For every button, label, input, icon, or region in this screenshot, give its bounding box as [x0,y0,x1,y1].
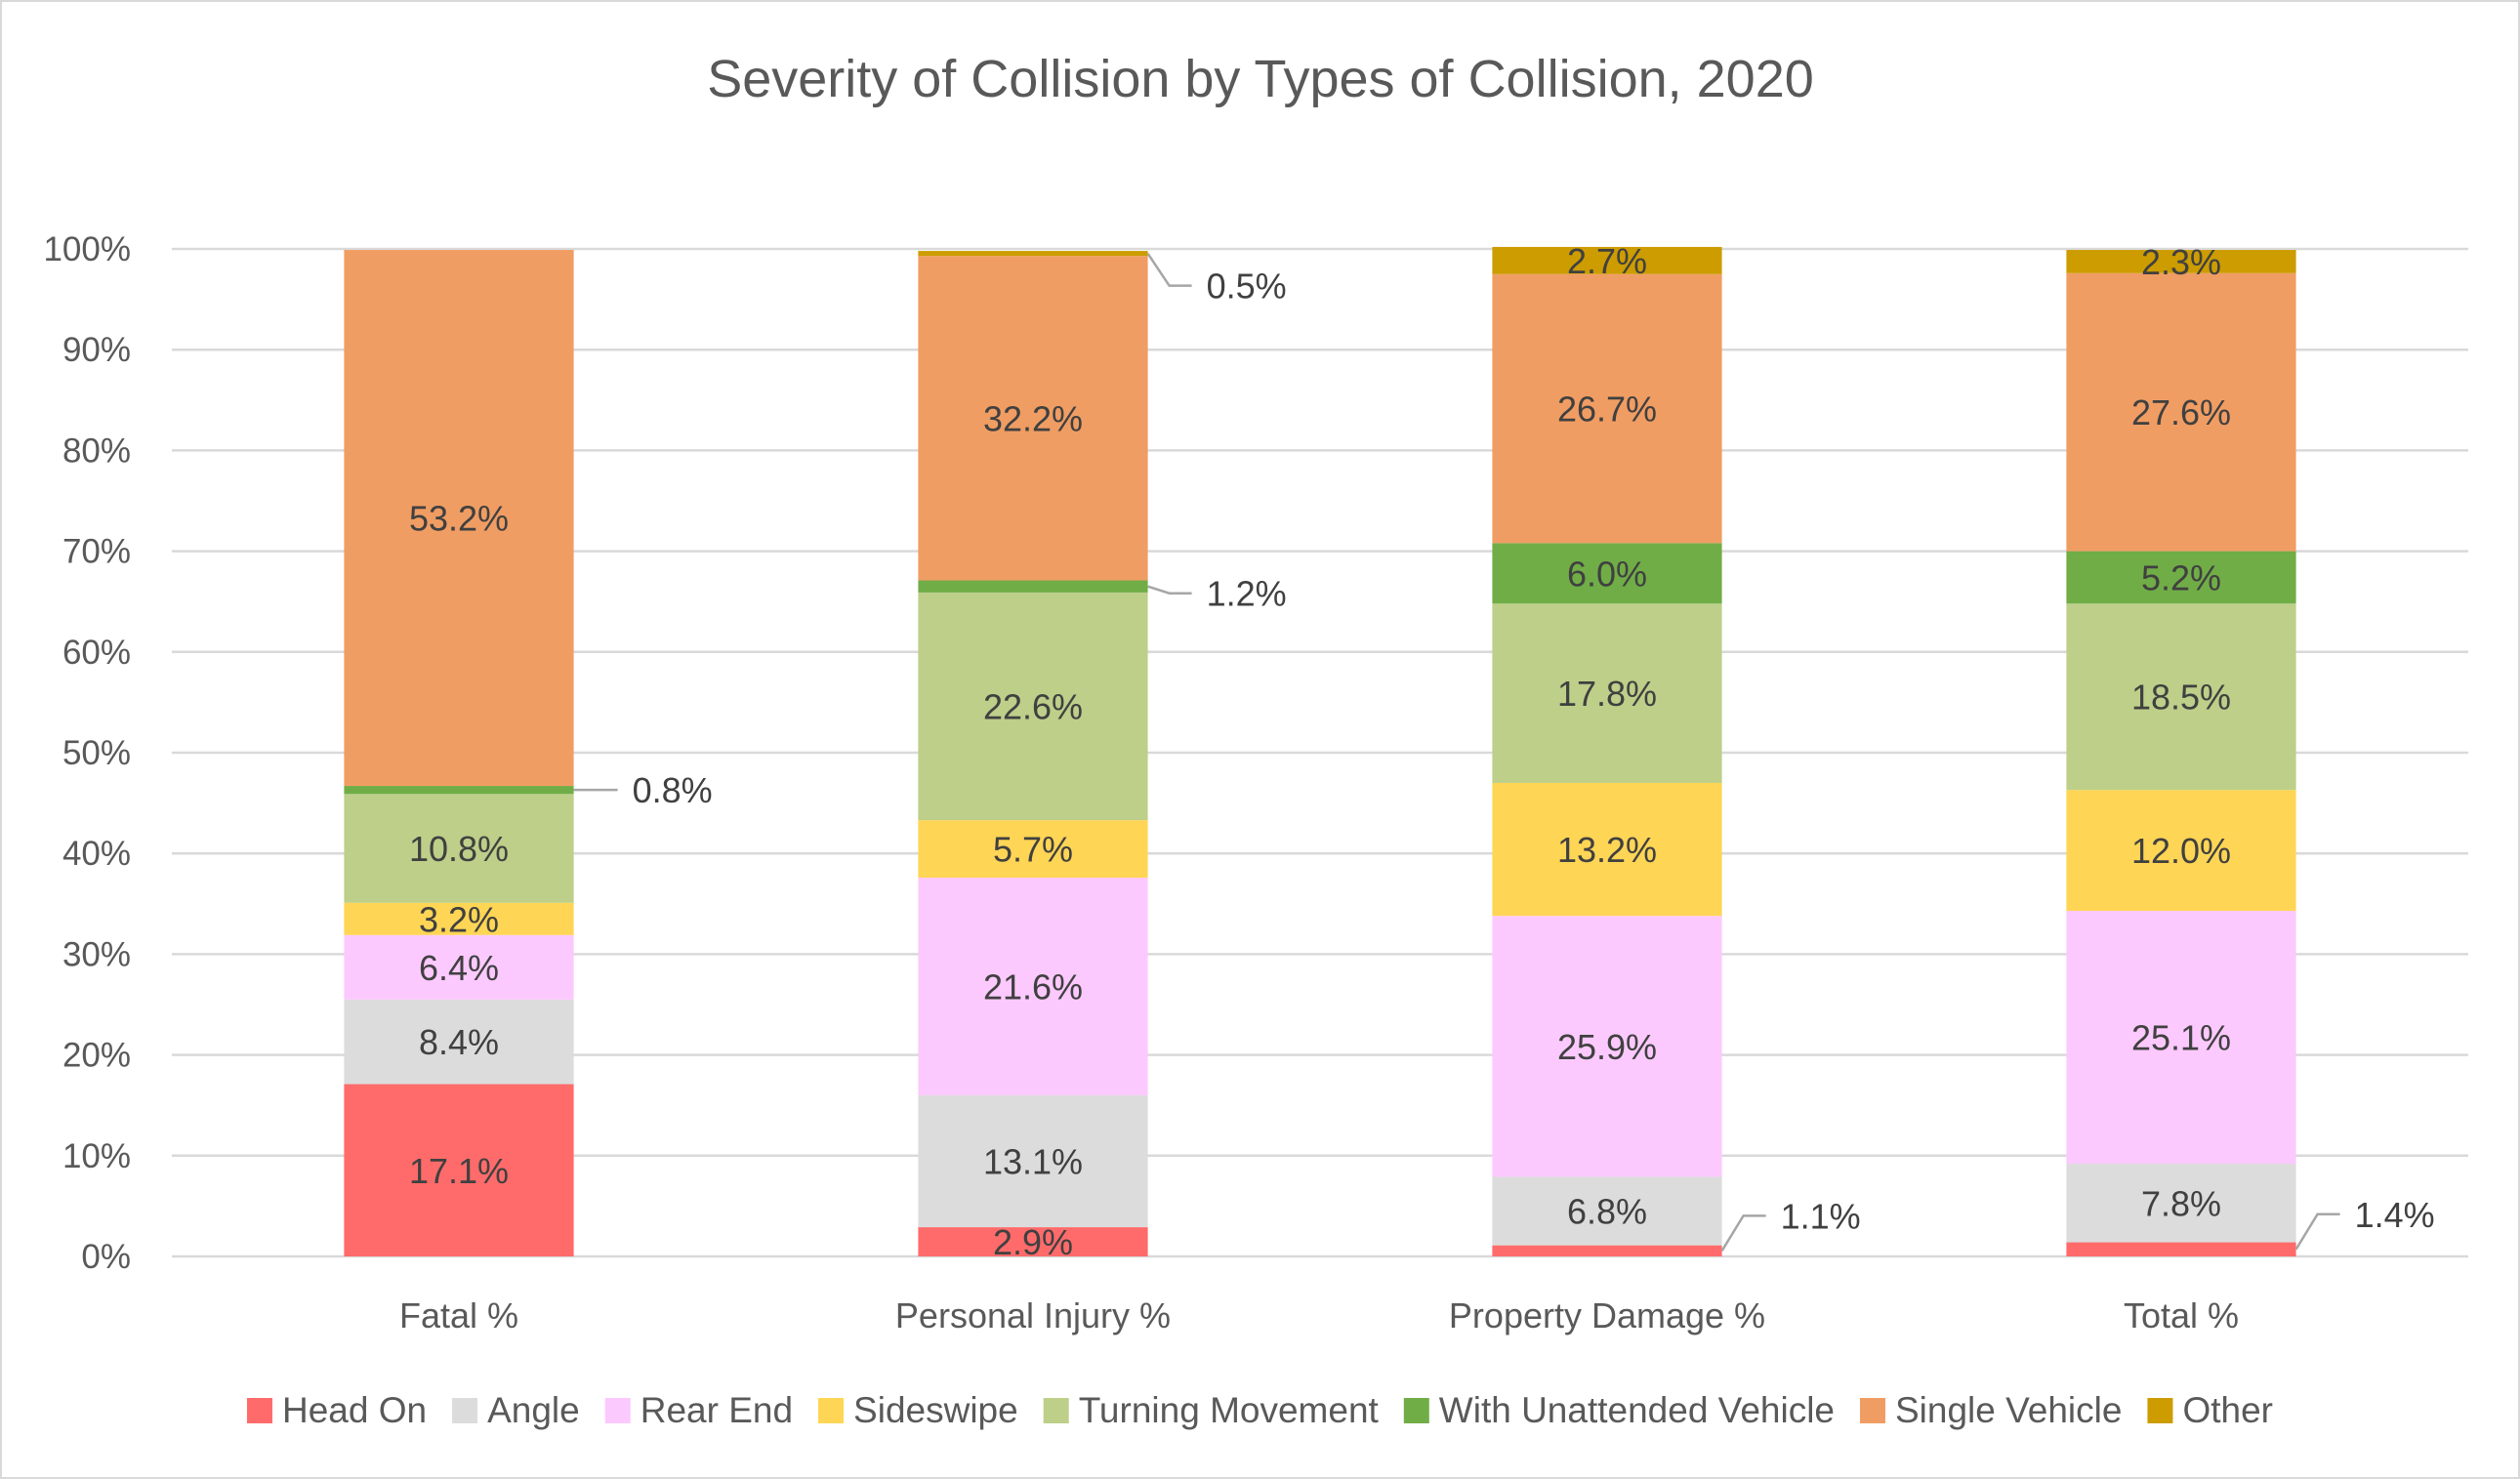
data-label: 18.5% [2131,678,2231,718]
data-label-callout: 0.8% [573,770,713,810]
chart-container: Severity of Collision by Types of Collis… [0,0,2520,1479]
y-tick-label: 100% [43,230,131,268]
leader-line [1147,585,1192,595]
stacked-bar-chart: Severity of Collision by Types of Collis… [43,50,2468,1430]
x-tick-label: Fatal % [399,1295,518,1335]
legend-item: Rear End [604,1390,793,1430]
legend-label: Rear End [640,1390,793,1430]
leader-line [1146,252,1192,287]
legend: Head On Angle Rear End Sideswipe Turning Mov… [247,1390,2273,1430]
data-label: 12.0% [2131,831,2231,871]
data-label: 27.6% [2131,392,2231,432]
chart-title: Severity of Collision by Types of Collis… [707,50,1814,108]
y-tick-label: 60% [62,634,131,672]
data-label: 1.2% [1207,574,1287,614]
data-label-callout: 1.1% [1720,1196,1861,1252]
bar-segment-head-on [1492,1245,1722,1256]
legend-label: Turning Movement [1079,1390,1380,1430]
data-label: 7.8% [2141,1183,2221,1223]
data-label: 2.3% [2141,242,2221,282]
legend-label: Other [2182,1390,2273,1430]
data-label: 6.8% [1567,1192,1647,1232]
legend-label: Head On [282,1390,427,1430]
leader-line [2294,1212,2340,1251]
data-label: 25.9% [1557,1027,1657,1067]
legend-item: Head On [247,1390,427,1430]
legend-label: Angle [487,1390,580,1430]
bar-segment-with-unattended-vehicle [344,786,574,795]
data-label: 5.2% [2141,557,2221,597]
y-tick-label: 70% [62,533,131,571]
legend-item: Turning Movement [1043,1390,1380,1430]
x-axis-labels: Fatal % Personal Injury % Property Damage … [399,1295,2239,1335]
legend-swatch [247,1398,272,1423]
data-label: 2.9% [993,1222,1073,1262]
legend-swatch [1043,1398,1069,1423]
data-label: 6.4% [419,948,499,988]
legend-swatch [452,1398,478,1423]
y-tick-label: 0% [81,1238,131,1276]
legend-item: Angle [452,1390,580,1430]
data-label: 22.6% [983,687,1083,727]
data-label: 53.2% [409,499,509,539]
data-label-callout: 1.4% [2294,1195,2435,1251]
data-label: 0.5% [1207,267,1287,307]
legend-label: Single Vehicle [1895,1390,2122,1430]
x-tick-label: Total % [2124,1295,2239,1335]
x-tick-label: Property Damage % [1449,1295,1765,1335]
y-tick-label: 10% [62,1137,131,1175]
data-label: 8.4% [419,1022,499,1062]
legend-swatch [818,1398,845,1423]
y-tick-label: 20% [62,1037,131,1075]
data-label: 5.7% [993,830,1073,870]
data-label: 10.8% [409,829,509,869]
data-label: 13.1% [983,1141,1083,1181]
data-label: 2.7% [1567,241,1647,281]
data-label: 6.0% [1567,554,1647,594]
y-tick-label: 90% [62,331,131,369]
legend-swatch [604,1398,631,1423]
bar-segment-other [918,251,1148,257]
data-label: 32.2% [983,398,1083,438]
legend-item: Other [2147,1390,2273,1430]
data-label: 17.8% [1557,674,1657,714]
data-label-callout: 1.2% [1147,574,1287,614]
y-tick-label: 30% [62,935,131,973]
legend-label: Sideswipe [853,1390,1018,1430]
legend-item: Sideswipe [818,1390,1018,1430]
data-label: 1.1% [1781,1196,1861,1236]
legend-swatch [1403,1398,1429,1423]
bar-segment-with-unattended-vehicle [918,580,1148,593]
data-label: 21.6% [983,966,1083,1007]
y-tick-label: 80% [62,431,131,470]
legend-label: With Unattended Vehicle [1439,1390,1835,1430]
bar-segment-head-on [2066,1242,2296,1256]
data-label: 0.8% [633,770,713,810]
leader-line [1720,1214,1766,1252]
data-label: 1.4% [2355,1195,2435,1235]
data-label: 17.1% [409,1151,509,1191]
legend-swatch [2147,1398,2173,1423]
y-tick-label: 40% [62,835,131,873]
legend-item: Single Vehicle [1860,1390,2122,1430]
legend-swatch [1860,1398,1885,1423]
data-label: 26.7% [1557,390,1657,430]
data-label: 3.2% [419,899,499,939]
x-tick-label: Personal Injury % [895,1295,1171,1335]
y-axis-ticks: 0% 10% 20% 30% 40% 50% 60% 70% 80% 90% 100% [43,230,131,1276]
data-label: 13.2% [1557,830,1657,870]
y-tick-label: 50% [62,734,131,772]
legend-item: With Unattended Vehicle [1403,1390,1835,1430]
data-label: 25.1% [2131,1018,2231,1058]
data-label-callout: 0.5% [1146,252,1287,307]
